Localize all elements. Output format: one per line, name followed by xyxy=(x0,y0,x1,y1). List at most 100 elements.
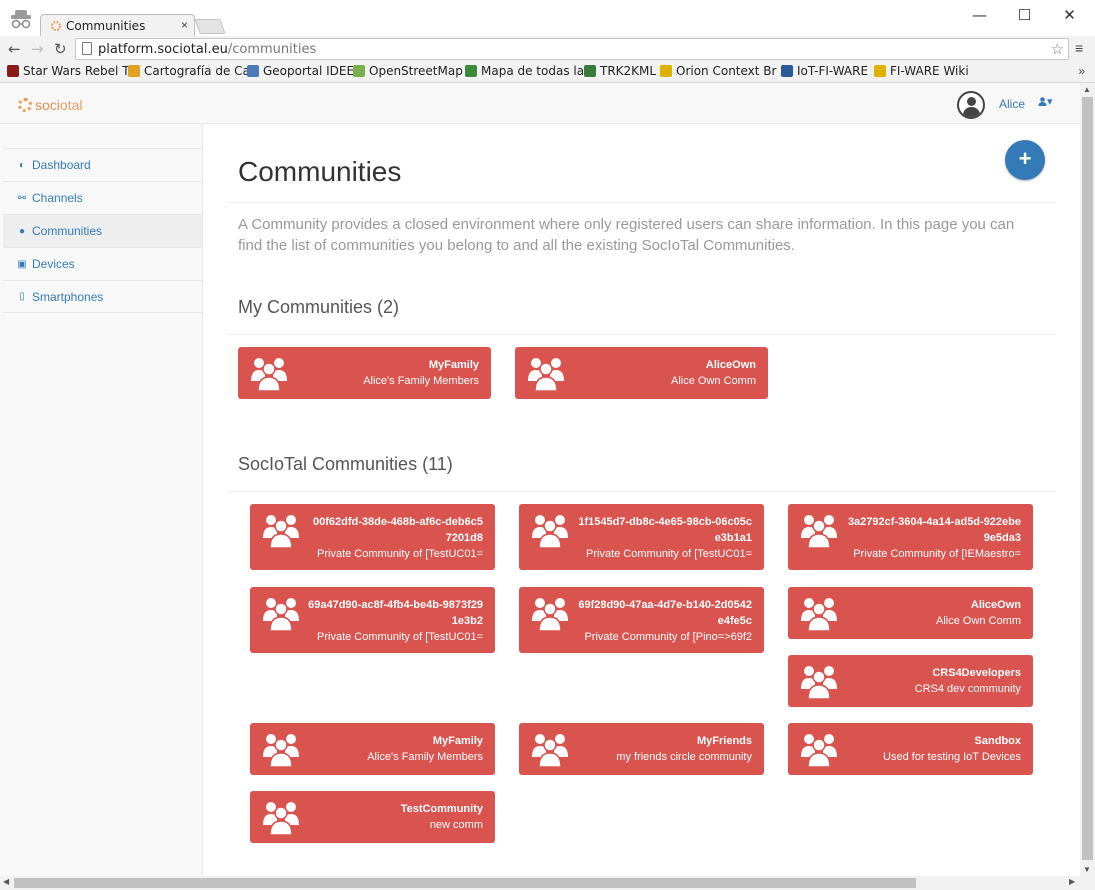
community-card[interactable]: MyFamily Alice's Family Members xyxy=(250,723,495,775)
community-name: MyFamily xyxy=(428,359,479,371)
sidebar-item-devices[interactable]: ▣ Devices xyxy=(3,247,202,280)
bookmark-item[interactable]: Mapa de todas la xyxy=(465,64,584,78)
reload-icon[interactable]: ↻ xyxy=(54,40,67,58)
community-name: 00f62dfd-38de-468b-af6c-deb6c57201d8 xyxy=(313,516,483,544)
bookmarks-bar: Star Wars Rebel T Cartografía de Ca Geopor… xyxy=(0,62,1095,82)
users-icon xyxy=(801,598,837,631)
new-tab-button[interactable] xyxy=(194,19,226,34)
browser-toolbar: ← → ↻ platform.sociotal.eu/communities ☆… xyxy=(0,36,1095,62)
chevron-down-icon: ▾ xyxy=(1047,96,1053,108)
osm-icon xyxy=(353,65,365,77)
bookmarks-overflow-icon[interactable]: » xyxy=(1078,64,1085,78)
community-description: Private Community of [TestUC01= xyxy=(317,548,483,560)
community-name: CRS4Developers xyxy=(932,667,1021,679)
bookmark-item[interactable]: Geoportal IDEE xyxy=(247,64,354,78)
community-description: Private Community of [Pino=>69f2 xyxy=(584,631,752,643)
sidebar-item-smartphones[interactable]: ▯ Smartphones xyxy=(3,280,202,313)
tree-icon xyxy=(465,65,477,77)
add-community-button[interactable]: + xyxy=(1005,140,1045,180)
sociotal-logo[interactable]: soci otal xyxy=(18,97,82,113)
dashboard-icon: ◐ xyxy=(18,159,26,171)
horizontal-scrollbar[interactable]: ◀ ▶ xyxy=(0,876,1080,890)
community-name: MyFriends xyxy=(696,735,752,747)
community-card[interactable]: 3a2792cf-3604-4a14-ad5d-922ebe9e5da3 Priv… xyxy=(788,504,1033,570)
vertical-scrollbar[interactable]: ▲ ▼ xyxy=(1080,83,1095,876)
link-icon: ⚯ xyxy=(17,192,27,204)
community-card[interactable]: AliceOwn Alice Own Comm xyxy=(788,587,1033,639)
bookmark-item[interactable]: Cartografía de Ca xyxy=(128,64,250,78)
scroll-down-icon[interactable]: ▼ xyxy=(1083,865,1091,874)
page-title: Communities xyxy=(238,156,402,187)
browser-tab[interactable]: Communities × xyxy=(40,14,195,37)
scroll-up-icon[interactable]: ▲ xyxy=(1083,85,1091,94)
community-description: Alice's Family Members xyxy=(367,751,483,763)
community-name: 3a2792cf-3604-4a14-ad5d-922ebe9e5da3 xyxy=(847,516,1021,544)
bookmark-item[interactable]: IoT-FI-WARE xyxy=(781,64,868,78)
star-wars-icon xyxy=(7,65,19,77)
sidebar-item-dashboard[interactable]: ◐ Dashboard xyxy=(3,148,202,181)
community-card[interactable]: MyFriends my friends circle community xyxy=(519,723,764,775)
forward-arrow-icon[interactable]: → xyxy=(31,40,44,58)
orion-icon xyxy=(660,65,672,77)
address-bar[interactable]: platform.sociotal.eu/communities ☆ xyxy=(75,38,1069,60)
bookmark-star-icon[interactable]: ☆ xyxy=(1051,40,1064,58)
maximize-button[interactable]: ☐ xyxy=(1002,4,1047,26)
community-card[interactable]: 69a47d90-ac8f-4fb4-be4b-9873f291e3b2 Priv… xyxy=(250,587,495,653)
user-menu-dropdown[interactable]: ▾ xyxy=(1038,95,1053,108)
community-card[interactable]: 69f28d90-47aa-4d7e-b140-2d0542e4fe5c Priv… xyxy=(519,587,764,653)
community-card[interactable]: TestCommunity new comm xyxy=(250,791,495,843)
avatar[interactable] xyxy=(957,91,985,119)
community-card[interactable]: AliceOwn Alice Own Comm xyxy=(515,347,768,399)
all-communities-title: SocIoTal Communities (11) xyxy=(238,454,453,474)
bookmark-item[interactable]: OpenStreetMap xyxy=(353,64,463,78)
community-description: my friends circle community xyxy=(616,751,752,763)
bookmark-item[interactable]: Orion Context Br xyxy=(660,64,776,78)
bookmark-item[interactable]: FI-WARE Wiki xyxy=(874,64,969,78)
mobile-icon: ▯ xyxy=(19,291,25,302)
users-icon xyxy=(528,358,564,391)
device-icon: ▣ xyxy=(17,258,27,270)
community-description: Private Community of [IEMaestro= xyxy=(853,548,1021,560)
users-icon xyxy=(532,734,568,767)
users-icon xyxy=(263,515,299,548)
scroll-right-icon[interactable]: ▶ xyxy=(1069,877,1075,886)
tab-title: Communities xyxy=(66,19,146,33)
scroll-left-icon[interactable]: ◀ xyxy=(3,877,9,886)
users-icon: ● xyxy=(18,225,26,237)
community-card[interactable]: 00f62dfd-38de-468b-af6c-deb6c57201d8 Priv… xyxy=(250,504,495,570)
community-card[interactable]: MyFamily Alice's Family Members xyxy=(238,347,491,399)
browser-menu-icon[interactable]: ≡ xyxy=(1075,40,1083,56)
bookmark-item[interactable]: TRK2KML xyxy=(584,64,656,78)
community-description: Alice Own Comm xyxy=(936,615,1021,627)
community-description: new comm xyxy=(429,819,483,831)
users-icon xyxy=(801,666,837,699)
window-close-button[interactable]: ✕ xyxy=(1047,4,1092,26)
sociotal-favicon-icon xyxy=(51,21,61,31)
sidebar-item-label: Smartphones xyxy=(32,289,104,304)
back-arrow-icon[interactable]: ← xyxy=(8,40,21,58)
bookmark-item[interactable]: Star Wars Rebel T xyxy=(7,64,130,78)
sidebar-item-communities[interactable]: ● Communities xyxy=(3,214,202,247)
sidebar-item-channels[interactable]: ⚯ Channels xyxy=(3,181,202,214)
divider xyxy=(227,334,1056,335)
scrollbar-corner xyxy=(1080,876,1095,890)
users-icon xyxy=(263,734,299,767)
scrollbar-thumb[interactable] xyxy=(14,878,916,888)
community-card[interactable]: 1f1545d7-db8c-4e65-98cb-06c05ce3b1a1 Priv… xyxy=(519,504,764,570)
users-icon xyxy=(801,515,837,548)
username-link[interactable]: Alice xyxy=(999,97,1025,111)
tab-close-icon[interactable]: × xyxy=(181,18,188,32)
community-description: Private Community of [TestUC01= xyxy=(586,548,752,560)
community-description: Used for testing IoT Devices xyxy=(883,751,1021,763)
sidebar-item-label: Dashboard xyxy=(32,158,91,172)
tab-strip: Communities × — ☐ ✕ xyxy=(0,0,1095,37)
my-communities-title: My Communities (2) xyxy=(238,297,400,317)
community-name: TestCommunity xyxy=(400,803,483,815)
community-card[interactable]: Sandbox Used for testing IoT Devices xyxy=(788,723,1033,775)
scrollbar-thumb[interactable] xyxy=(1082,97,1093,860)
g-icon xyxy=(584,65,596,77)
logo-gear-icon xyxy=(18,98,32,112)
minimize-button[interactable]: — xyxy=(957,4,1002,26)
page-description: A Community provides a closed environmen… xyxy=(238,216,1015,254)
community-card[interactable]: CRS4Developers CRS4 dev community xyxy=(788,655,1033,707)
